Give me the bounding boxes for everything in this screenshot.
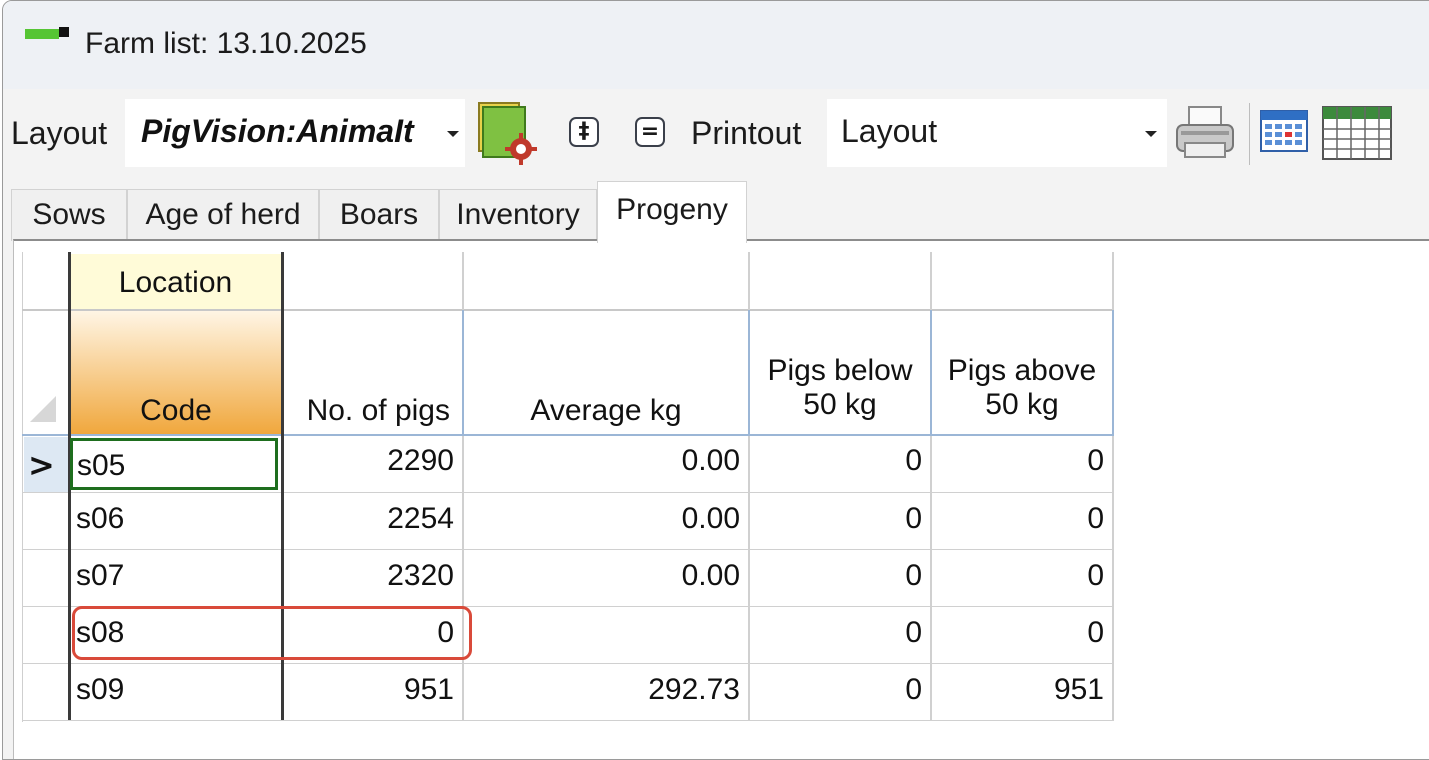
- printout-combo-value: Layout: [841, 113, 938, 149]
- tab-progeny[interactable]: Progeny: [597, 181, 747, 243]
- tab-boars[interactable]: Boars: [319, 189, 439, 241]
- layout-gear-icon: [478, 102, 537, 165]
- table-grid-icon[interactable]: [1321, 105, 1393, 161]
- layout-combo[interactable]: PigVision:AnimaIt: [125, 99, 465, 167]
- tab-age-of-herd[interactable]: Age of herd: [127, 189, 319, 241]
- layout-settings-button[interactable]: [475, 99, 539, 165]
- tab-sows[interactable]: Sows: [11, 189, 127, 241]
- title-bar: Farm list: 13.10.2025: [3, 1, 1429, 89]
- printer-icon[interactable]: [1173, 103, 1237, 163]
- layout-combo-value: PigVision:AnimaIt: [141, 113, 414, 149]
- calendar-icon[interactable]: [1259, 107, 1309, 153]
- layout-label: Layout: [11, 115, 108, 151]
- toolbar: Layout PigVision:AnimaIt ‡ = Printout La…: [3, 89, 1429, 181]
- toolbar-separator: [1249, 103, 1250, 165]
- app-window: Farm list: 13.10.2025 Layout PigVision:A…: [2, 0, 1429, 760]
- chevron-down-icon[interactable]: [447, 131, 459, 137]
- tab-inventory[interactable]: Inventory: [439, 189, 597, 241]
- chevron-down-icon[interactable]: [1145, 131, 1157, 137]
- tab-content: [13, 239, 1429, 759]
- app-icon: [25, 27, 71, 41]
- window-title: Farm list: 13.10.2025: [85, 27, 367, 60]
- printout-combo[interactable]: Layout: [827, 99, 1167, 167]
- expand-columns-button[interactable]: ‡: [569, 117, 599, 147]
- printout-label: Printout: [691, 115, 802, 151]
- equalize-columns-button[interactable]: =: [635, 117, 665, 147]
